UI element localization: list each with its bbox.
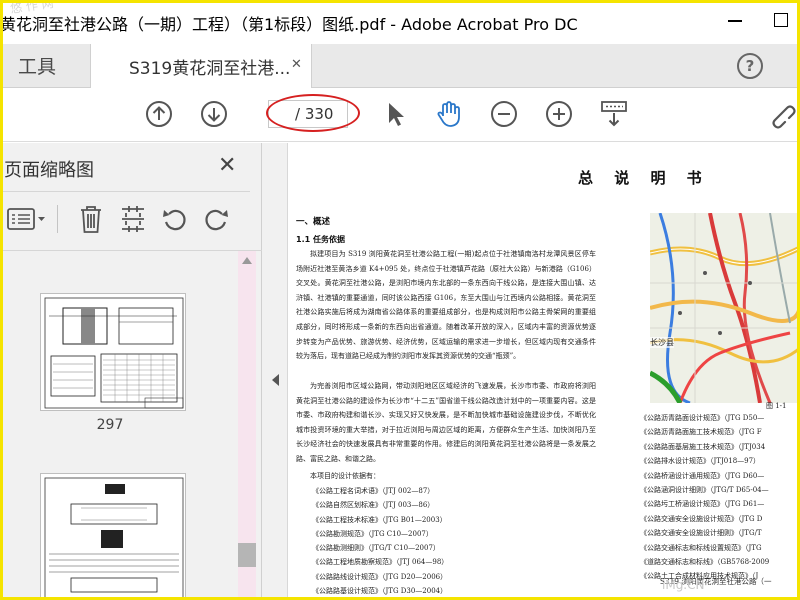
- reference-item: 《公路路基设计规范》（JTG D30—2004）: [312, 587, 448, 596]
- body-paragraph: 拟建项目为 S319 浏阳黄花洞至社港公路工程(一期)起点位于社港镇南洛村龙潭风…: [296, 250, 596, 361]
- references-list: 《公路沥青路面设计规范》（JTG D50— 《公路沥青路面施工技术规范》（JTG…: [640, 411, 800, 584]
- reference-item: 《公路圬工桥涵设计规范》（JTG D61—: [640, 500, 765, 509]
- thumbnail-list: 297: [0, 251, 238, 600]
- references-list: 《公路工程名词术语》（JTJ 002—87） 《公路自然区划标准》（JTJ 00…: [312, 484, 592, 598]
- reference-item: 《公路路面基层施工技术规范》（JTJ034: [640, 442, 766, 451]
- reference-item: 《公路工程技术标准》（JTG B01—2003）: [312, 515, 447, 524]
- map-place-label: 长沙县: [650, 337, 674, 348]
- panel-title: 页面缩略图: [4, 160, 94, 181]
- page-thumbnail[interactable]: [40, 473, 186, 600]
- toolbar-separator: [57, 205, 58, 233]
- hand-tool-icon[interactable]: [434, 99, 464, 129]
- body-paragraph: 为完善浏阳市区域公路网，带动浏阳地区区域经济的飞速发展，长沙市市委、市政府将浏阳…: [296, 382, 596, 463]
- reference-item: 《公路交通安全设施设计规范》（JTG D: [640, 514, 763, 523]
- reference-item: 《公路工程名词术语》（JTJ 002—87）: [312, 487, 435, 495]
- tab-tools[interactable]: 工具: [0, 44, 90, 88]
- scroll-up-icon[interactable]: [242, 257, 252, 264]
- figure-label: 图 1-1: [766, 402, 787, 410]
- maximize-button[interactable]: [774, 13, 788, 27]
- reference-item: 《公路桥涵设计通用规范》（JTG D60—: [640, 471, 765, 480]
- scrollbar-thumb[interactable]: [238, 543, 256, 567]
- link-icon[interactable]: [766, 99, 796, 129]
- options-list-icon[interactable]: [6, 203, 48, 235]
- crop-pages-icon[interactable]: [118, 203, 148, 235]
- close-panel-icon[interactable]: ✕: [218, 153, 236, 178]
- tab-document[interactable]: S319黄花洞至社港... ✕: [90, 44, 312, 89]
- tab-bar: 工具 S319黄花洞至社港... ✕ ?: [0, 44, 800, 89]
- toolbar: / 330: [0, 88, 800, 142]
- zoom-in-icon[interactable]: [544, 99, 574, 129]
- next-page-icon[interactable]: [199, 99, 229, 129]
- document-view[interactable]: 总 说 明 书 一、概述 1.1 任务依据 拟建项目为 S319 浏阳黄花洞至社…: [288, 143, 800, 600]
- collapse-arrow-icon[interactable]: [272, 374, 279, 386]
- title-bar: 黄花洞至社港公路（一期）工程）（第1标段）图纸.pdf - Adobe Acro…: [0, 0, 800, 44]
- reference-item: 《公路路线设计规范》（JTG D20—2006）: [312, 572, 448, 581]
- location-map: 长沙县: [650, 213, 800, 403]
- subsection-heading: 1.1 任务依据: [296, 235, 345, 244]
- body-paragraph: 本项目的设计依据有：: [310, 472, 380, 480]
- minimize-button[interactable]: [728, 20, 742, 22]
- panel-divider: [0, 191, 250, 192]
- previous-page-icon[interactable]: [144, 99, 174, 129]
- panel-collapse-strip[interactable]: [262, 143, 288, 600]
- reference-item: 《公路交通安全设施设计细则》（JTG/T: [640, 529, 762, 538]
- reference-item: 《公路交通标志和标线设置规范》（JTG: [640, 543, 762, 552]
- help-icon[interactable]: ?: [737, 53, 763, 79]
- close-tab-icon[interactable]: ✕: [291, 57, 302, 72]
- tab-document-label: S319黄花洞至社港...: [129, 59, 291, 79]
- reference-item: 《公路排水设计规范》（JTJ018—97）: [640, 457, 761, 466]
- highlight-ellipse: [266, 94, 360, 132]
- watermark: iMg.CN: [662, 578, 705, 592]
- reference-item: 《公路自然区划标准》（JTJ 003—86）: [312, 501, 435, 510]
- reference-item: 《公路勘测细则》（JTG/T C10—2007）: [312, 544, 440, 553]
- reference-item: 《公路勘测规范》（JTG C10—2007）: [312, 529, 433, 538]
- thumbnail-page-number: 297: [96, 417, 124, 433]
- zoom-out-icon[interactable]: [489, 99, 519, 129]
- page-thumbnail[interactable]: [40, 293, 186, 411]
- reference-item: 《公路涵洞设计细则》（JTG/T D65-04—: [640, 486, 769, 495]
- window-title: 黄花洞至社港公路（一期）工程）（第1标段）图纸.pdf - Adobe Acro…: [0, 15, 578, 34]
- select-arrow-icon[interactable]: [381, 99, 411, 129]
- delete-icon[interactable]: [76, 203, 106, 235]
- document-heading: 总 说 明 书: [578, 169, 710, 187]
- scroll-mode-icon[interactable]: [599, 99, 629, 129]
- reference-item: 《公路沥青路面施工技术规范》（JTG F: [640, 428, 762, 437]
- reference-item: 《道路交通标志和标线》（GB5768-2009: [640, 558, 770, 567]
- reference-item: 《公路工程地质勘察规范》（JTJ 064—98）: [312, 558, 449, 567]
- rotate-left-icon[interactable]: [160, 203, 190, 235]
- page-thumbnails-panel: 页面缩略图 ✕ 297: [0, 143, 262, 600]
- reference-item: 《公路沥青路面设计规范》（JTG D50—: [640, 414, 765, 422]
- section-heading: 一、概述: [296, 217, 331, 227]
- rotate-right-icon[interactable]: [201, 203, 231, 235]
